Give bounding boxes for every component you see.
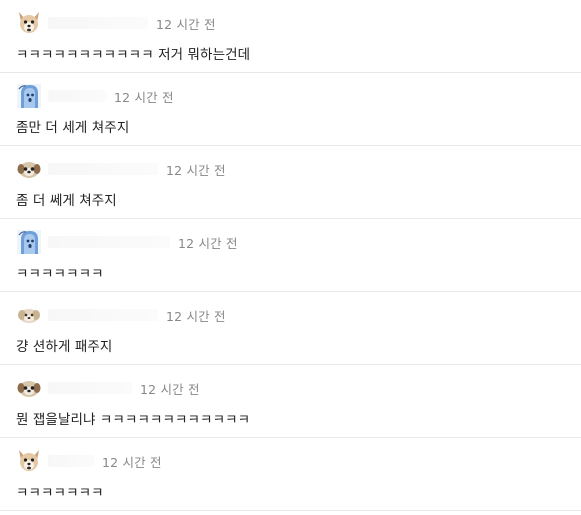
comment-text: 좀만 더 세게 쳐주지 xyxy=(16,120,130,136)
comment-header: 12 시간 전 xyxy=(16,375,200,401)
comment-header: 12 시간 전 xyxy=(16,156,226,182)
comment-timestamp: 12 시간 전 xyxy=(102,454,162,470)
comment-list: 12 시간 전 ㅋㅋㅋㅋㅋㅋㅋㅋㅋㅋㅋ 저거 뭐하는건데 12 시간 전 좀만 … xyxy=(0,0,581,515)
comment-item: 12 시간 전 ㅋㅋㅋㅋㅋㅋㅋㅋㅋㅋㅋ 저거 뭐하는건데 xyxy=(0,0,581,73)
comment-text: ㅋㅋㅋㅋㅋㅋㅋ xyxy=(16,485,104,501)
comment-item: 12 시간 전 좀 더 쎄게 쳐주지 xyxy=(0,146,581,219)
comment-header: 12 시간 전 xyxy=(16,448,162,474)
comment-timestamp: 12 시간 전 xyxy=(156,16,216,32)
username-hidden xyxy=(48,382,132,394)
comment-item: 12 시간 전 뭔 잽을날리냐 ㅋㅋㅋㅋㅋㅋㅋㅋㅋㅋㅋㅋ xyxy=(0,365,581,438)
chihuahua-icon[interactable] xyxy=(16,10,42,36)
comment-item: 12 시간 전 좀만 더 세게 쳐주지 xyxy=(0,73,581,146)
comment-item: 12 시간 전 걍 션하게 패주지 xyxy=(0,292,581,365)
comment-text: 뭔 잽을날리냐 ㅋㅋㅋㅋㅋㅋㅋㅋㅋㅋㅋㅋ xyxy=(16,412,251,428)
comment-text: 좀 더 쎄게 쳐주지 xyxy=(16,193,117,209)
blue-ghost-icon[interactable] xyxy=(16,229,42,255)
comment-text: 걍 션하게 패주지 xyxy=(16,339,113,355)
comment-item: 12 시간 전 ㅋㅋㅋㅋㅋㅋㅋ xyxy=(0,219,581,292)
comment-header: 12 시간 전 xyxy=(16,229,238,255)
comment-header: 12 시간 전 xyxy=(16,302,226,328)
puppy-icon[interactable] xyxy=(16,156,42,182)
username-hidden xyxy=(48,163,158,175)
comment-item: 12 시간 전 ㅋㅋㅋㅋㅋㅋㅋ xyxy=(0,438,581,511)
username-hidden xyxy=(48,236,170,248)
fluffy-dog-icon[interactable] xyxy=(16,302,42,328)
username-hidden xyxy=(48,309,158,321)
comment-timestamp: 12 시간 전 xyxy=(166,308,226,324)
comment-timestamp: 12 시간 전 xyxy=(166,162,226,178)
comment-text: ㅋㅋㅋㅋㅋㅋㅋ xyxy=(16,266,104,282)
comment-timestamp: 12 시간 전 xyxy=(114,89,174,105)
username-hidden xyxy=(48,455,94,467)
comment-header: 12 시간 전 xyxy=(16,83,174,109)
comment-timestamp: 12 시간 전 xyxy=(178,235,238,251)
blue-ghost-icon[interactable] xyxy=(16,83,42,109)
username-hidden xyxy=(48,90,106,102)
comment-text: ㅋㅋㅋㅋㅋㅋㅋㅋㅋㅋㅋ 저거 뭐하는건데 xyxy=(16,47,251,63)
comment-timestamp: 12 시간 전 xyxy=(140,381,200,397)
comment-header: 12 시간 전 xyxy=(16,10,216,36)
chihuahua-icon[interactable] xyxy=(16,448,42,474)
puppy-icon[interactable] xyxy=(16,375,42,401)
username-hidden xyxy=(48,17,148,29)
